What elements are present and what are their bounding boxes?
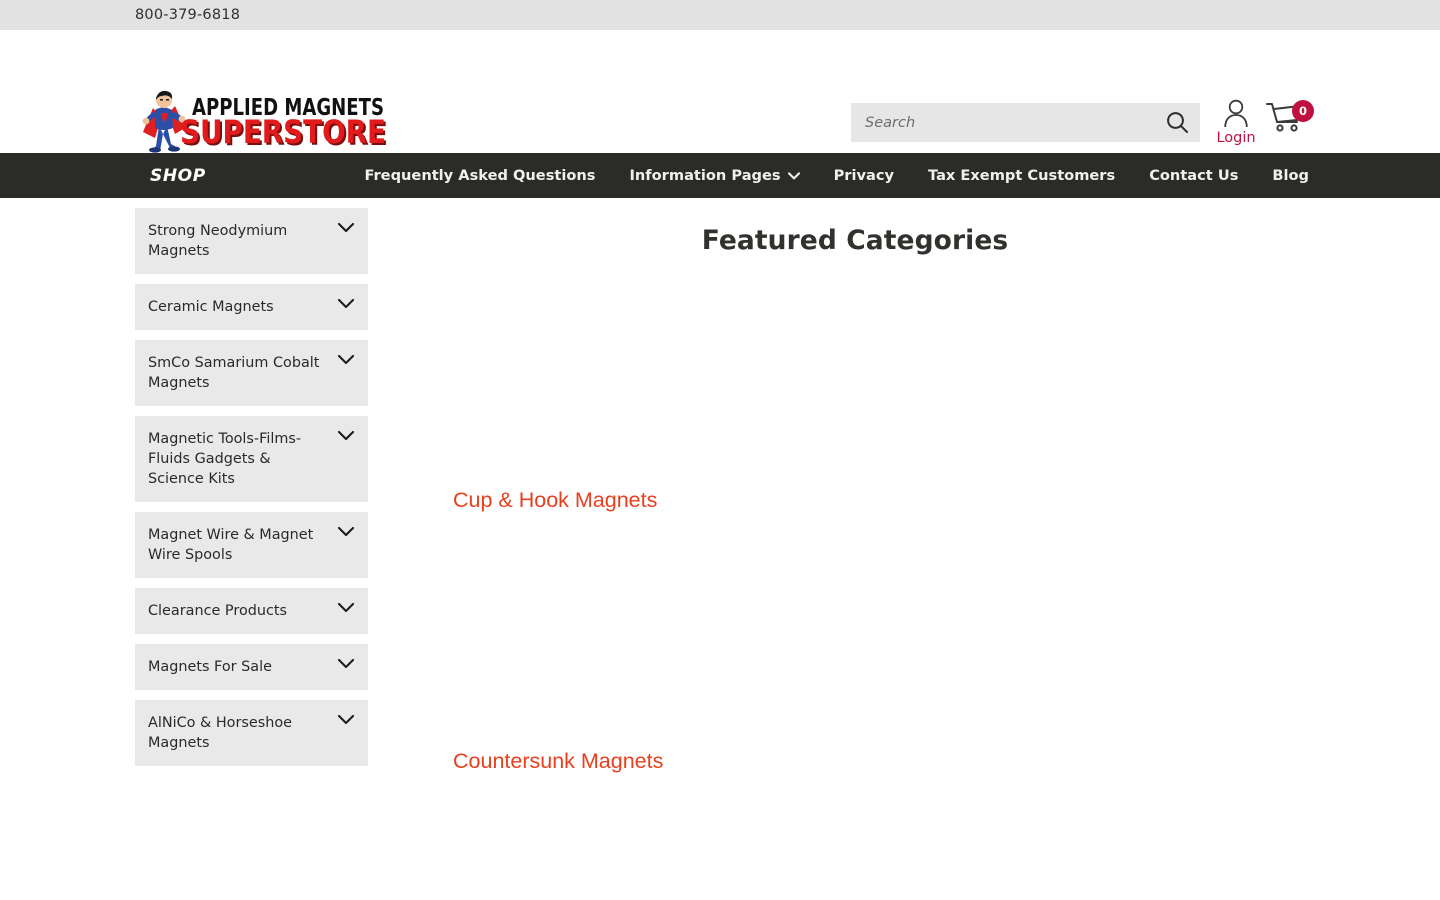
- site-header: APPLIED MAGNETS SUPERSTORE SUPERSTORE Lo…: [0, 30, 1440, 153]
- nav-item-label: Frequently Asked Questions: [364, 167, 596, 184]
- chevron-down-icon[interactable]: [337, 297, 355, 311]
- featured-category-link-countersunk-magnets[interactable]: Countersunk Magnets: [453, 749, 753, 774]
- category-thumbnail[interactable]: [453, 519, 753, 749]
- category-thumbnail[interactable]: [453, 258, 753, 488]
- sidebar-item-label: SmCo Samarium Cobalt Magnets: [148, 355, 320, 391]
- category-sidebar: Strong Neodymium Magnets Ceramic Magnets…: [135, 208, 368, 776]
- featured-category-link-cup-hook-magnets[interactable]: Cup & Hook Magnets: [453, 488, 753, 513]
- sidebar-item-magnet-wire-and-spools[interactable]: Magnet Wire & Magnet Wire Spools: [135, 512, 368, 578]
- sidebar-item-strong-neodymium-magnets[interactable]: Strong Neodymium Magnets: [135, 208, 368, 274]
- sidebar-item-magnets-for-sale[interactable]: Magnets For Sale: [135, 644, 368, 690]
- chevron-down-icon[interactable]: [337, 353, 355, 367]
- chevron-down-icon[interactable]: [337, 713, 355, 727]
- cart-button[interactable]: 0: [1266, 100, 1314, 140]
- chevron-down-icon: [787, 171, 800, 179]
- nav-item-information-pages[interactable]: Information Pages: [612, 167, 816, 184]
- account-login-link[interactable]: Login: [1214, 98, 1258, 146]
- logo-line2: SUPERSTORE: [180, 113, 386, 151]
- phone-number[interactable]: 800-379-6818: [135, 7, 240, 23]
- search-bar[interactable]: [851, 103, 1200, 142]
- chevron-down-icon[interactable]: [337, 429, 355, 443]
- page-content: Strong Neodymium Magnets Ceramic Magnets…: [0, 198, 1440, 900]
- main-navigation-bar: SHOP Frequently Asked Questions Informat…: [0, 153, 1440, 198]
- sidebar-item-magnetic-tools-films-fluids[interactable]: Magnetic Tools-Films-Fluids Gadgets & Sc…: [135, 416, 368, 502]
- nav-item-label: Blog: [1272, 167, 1309, 184]
- chevron-down-icon[interactable]: [337, 657, 355, 671]
- featured-category-card[interactable]: Cup & Hook Magnets: [453, 258, 753, 513]
- sidebar-item-label: Strong Neodymium Magnets: [148, 223, 288, 259]
- sidebar-item-label: Ceramic Magnets: [148, 299, 274, 315]
- nav-shop-button[interactable]: SHOP: [150, 166, 206, 186]
- nav-item-label: Tax Exempt Customers: [928, 167, 1116, 184]
- chevron-down-icon[interactable]: [337, 525, 355, 539]
- top-utility-bar: 800-379-6818: [0, 0, 1440, 30]
- sidebar-item-label: Magnet Wire & Magnet Wire Spools: [148, 527, 314, 563]
- login-label: Login: [1216, 130, 1256, 146]
- superhero-mascot-icon: [142, 90, 186, 153]
- nav-item-faq[interactable]: Frequently Asked Questions: [347, 167, 612, 184]
- nav-item-tax-exempt-customers[interactable]: Tax Exempt Customers: [911, 167, 1132, 184]
- search-input[interactable]: [851, 103, 1154, 142]
- chevron-down-icon[interactable]: [337, 221, 355, 235]
- chevron-down-icon[interactable]: [337, 601, 355, 615]
- sidebar-item-label: Magnetic Tools-Films-Fluids Gadgets & Sc…: [148, 431, 302, 487]
- user-icon: [1224, 99, 1248, 128]
- featured-category-card[interactable]: Countersunk Magnets: [453, 519, 753, 774]
- nav-item-label: Information Pages: [629, 167, 781, 184]
- nav-links-group: Frequently Asked Questions Information P…: [347, 167, 1326, 184]
- sidebar-item-smco-samarium-cobalt-magnets[interactable]: SmCo Samarium Cobalt Magnets: [135, 340, 368, 406]
- sidebar-item-alnico-and-horseshoe-magnets[interactable]: AlNiCo & Horseshoe Magnets: [135, 700, 368, 766]
- sidebar-item-clearance-products[interactable]: Clearance Products: [135, 588, 368, 634]
- main-panel: Featured Categories Cup & Hook Magnets C…: [390, 198, 1440, 900]
- sidebar-item-ceramic-magnets[interactable]: Ceramic Magnets: [135, 284, 368, 330]
- nav-item-label: Contact Us: [1149, 167, 1239, 184]
- nav-item-blog[interactable]: Blog: [1255, 167, 1326, 184]
- search-button[interactable]: [1154, 103, 1200, 142]
- sidebar-item-label: Magnets For Sale: [148, 659, 272, 675]
- page-title: Featured Categories: [701, 225, 1009, 256]
- nav-item-contact-us[interactable]: Contact Us: [1132, 167, 1255, 184]
- cart-count-badge: 0: [1292, 100, 1314, 122]
- sidebar-item-label: AlNiCo & Horseshoe Magnets: [148, 715, 292, 751]
- sidebar-item-label: Clearance Products: [148, 603, 288, 619]
- nav-item-privacy[interactable]: Privacy: [817, 167, 911, 184]
- search-icon: [1166, 112, 1188, 133]
- nav-item-label: Privacy: [833, 167, 894, 184]
- site-logo[interactable]: APPLIED MAGNETS SUPERSTORE SUPERSTORE: [135, 88, 387, 156]
